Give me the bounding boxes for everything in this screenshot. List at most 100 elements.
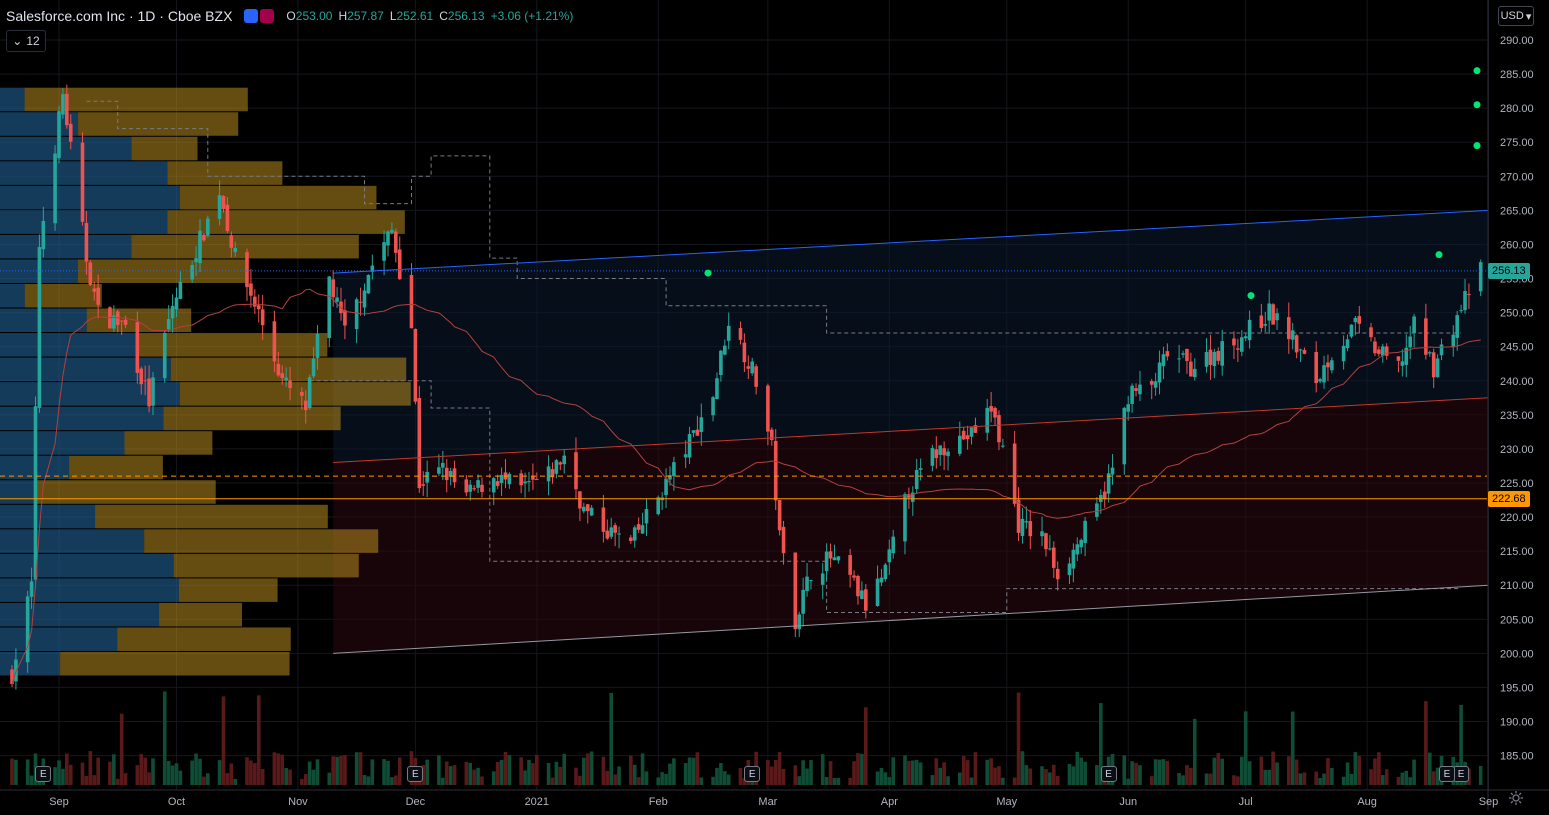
volume-bar bbox=[14, 759, 18, 785]
candle-body bbox=[636, 524, 641, 530]
candle-body bbox=[256, 305, 261, 310]
volume-bar bbox=[300, 778, 304, 785]
candle-body bbox=[217, 195, 222, 219]
volume-bar bbox=[797, 776, 802, 785]
candle-body bbox=[1232, 338, 1236, 346]
candle-body bbox=[96, 287, 100, 305]
candle-body bbox=[464, 479, 469, 493]
candle-body bbox=[1165, 351, 1170, 357]
candle-body bbox=[699, 417, 704, 433]
candle-body bbox=[1467, 294, 1471, 296]
candle-body bbox=[820, 573, 825, 585]
volume-bar bbox=[206, 773, 210, 785]
candle-body bbox=[1012, 443, 1017, 504]
time-tick-label: Sep bbox=[1479, 796, 1499, 808]
currency-selector[interactable]: USD ▾ bbox=[1498, 6, 1534, 26]
candle-body bbox=[879, 577, 884, 583]
candle-body bbox=[1455, 315, 1459, 338]
candle-body bbox=[1377, 349, 1381, 354]
candle-body bbox=[1149, 381, 1154, 385]
candle-body bbox=[1134, 388, 1138, 391]
earnings-icon[interactable]: E bbox=[1453, 766, 1470, 782]
volume-bar bbox=[875, 771, 880, 785]
volume-bar bbox=[468, 762, 473, 785]
time-tick-label: Nov bbox=[288, 796, 308, 808]
candle-body bbox=[327, 276, 332, 339]
volume-bar bbox=[425, 759, 429, 785]
volume-bar bbox=[394, 775, 398, 785]
volume-profile-bar-down bbox=[131, 234, 359, 259]
volume-bar bbox=[636, 777, 641, 785]
candle-body bbox=[918, 468, 923, 470]
volume-profile-bar-down bbox=[167, 161, 283, 185]
candle-body bbox=[425, 471, 429, 483]
candle-body bbox=[57, 111, 61, 159]
price-tick-label: 285.00 bbox=[1500, 69, 1534, 81]
earnings-icon[interactable]: E bbox=[407, 766, 424, 782]
volume-profile-bar-up bbox=[0, 283, 25, 308]
volume-profile-bar-down bbox=[170, 357, 407, 382]
candle-body bbox=[750, 361, 755, 374]
candle-body bbox=[1208, 349, 1213, 366]
volume-bar bbox=[245, 757, 249, 785]
candle-body bbox=[409, 275, 414, 329]
volume-bar bbox=[1318, 778, 1322, 785]
volume-bar bbox=[914, 759, 919, 785]
time-tick-label: Jun bbox=[1119, 796, 1137, 808]
candle-body bbox=[284, 377, 288, 381]
candle-body bbox=[1095, 503, 1099, 517]
candle-body bbox=[809, 580, 813, 582]
candle-body bbox=[554, 460, 559, 474]
candle-body bbox=[824, 551, 829, 572]
candle-body bbox=[343, 310, 347, 326]
candle-body bbox=[444, 467, 449, 481]
volume-profile-bar-down bbox=[78, 112, 239, 136]
candle-body bbox=[883, 564, 888, 580]
volume-bar bbox=[793, 765, 798, 785]
volume-bar bbox=[836, 777, 841, 785]
volume-bar bbox=[10, 758, 14, 785]
settings-icon[interactable] bbox=[1508, 790, 1524, 806]
volume-bar bbox=[61, 768, 65, 785]
candle-body bbox=[1051, 547, 1056, 568]
volume-bar bbox=[1400, 772, 1405, 785]
price-tick-label: 240.00 bbox=[1500, 376, 1534, 388]
candle-body bbox=[531, 476, 535, 480]
chart-area[interactable]: 185.00 190.00 195.00 200.00 205.00 210.00 215.… bbox=[0, 0, 1549, 810]
symbol-title[interactable]: Salesforce.com Inc · 1D · Cboe BZX bbox=[6, 8, 232, 24]
market-status-icon[interactable] bbox=[244, 9, 259, 23]
volume-bar bbox=[918, 762, 923, 785]
earnings-icon[interactable]: E bbox=[35, 766, 52, 782]
earnings-icon[interactable]: E bbox=[1100, 766, 1117, 782]
candle-body bbox=[578, 491, 582, 509]
volume-bar bbox=[946, 776, 950, 785]
volume-bar bbox=[1208, 773, 1213, 785]
candle-body bbox=[1427, 352, 1432, 354]
candle-body bbox=[558, 462, 563, 465]
candle-body bbox=[946, 451, 950, 457]
volume-bar bbox=[585, 753, 590, 785]
candle-body bbox=[260, 309, 265, 326]
candle-body bbox=[664, 478, 668, 496]
candle-body bbox=[452, 468, 457, 483]
time-tick-label: 2021 bbox=[525, 796, 549, 808]
data-delay-icon[interactable] bbox=[260, 9, 275, 23]
candle-body bbox=[1122, 407, 1127, 465]
volume-bar bbox=[691, 757, 696, 785]
price-tick-label: 275.00 bbox=[1500, 137, 1534, 149]
candle-body bbox=[766, 385, 770, 432]
volume-bar bbox=[1427, 752, 1432, 785]
volume-bar bbox=[1181, 775, 1185, 785]
indicators-collapse-button[interactable]: ⌄ 12 bbox=[6, 30, 46, 52]
candle-body bbox=[852, 575, 856, 578]
volume-bar bbox=[1263, 769, 1268, 785]
earnings-icon[interactable]: E bbox=[1439, 766, 1455, 782]
volume-profile-bar-up bbox=[0, 185, 180, 210]
candle-body bbox=[640, 525, 645, 534]
candle-body bbox=[965, 435, 970, 440]
earnings-icon[interactable]: E bbox=[744, 766, 761, 782]
candle-body bbox=[793, 552, 798, 630]
candle-body bbox=[1153, 381, 1158, 388]
volume-bar bbox=[1216, 753, 1221, 785]
candlestick-chart[interactable]: 185.00 190.00 195.00 200.00 205.00 210.00 215.… bbox=[0, 0, 1549, 810]
